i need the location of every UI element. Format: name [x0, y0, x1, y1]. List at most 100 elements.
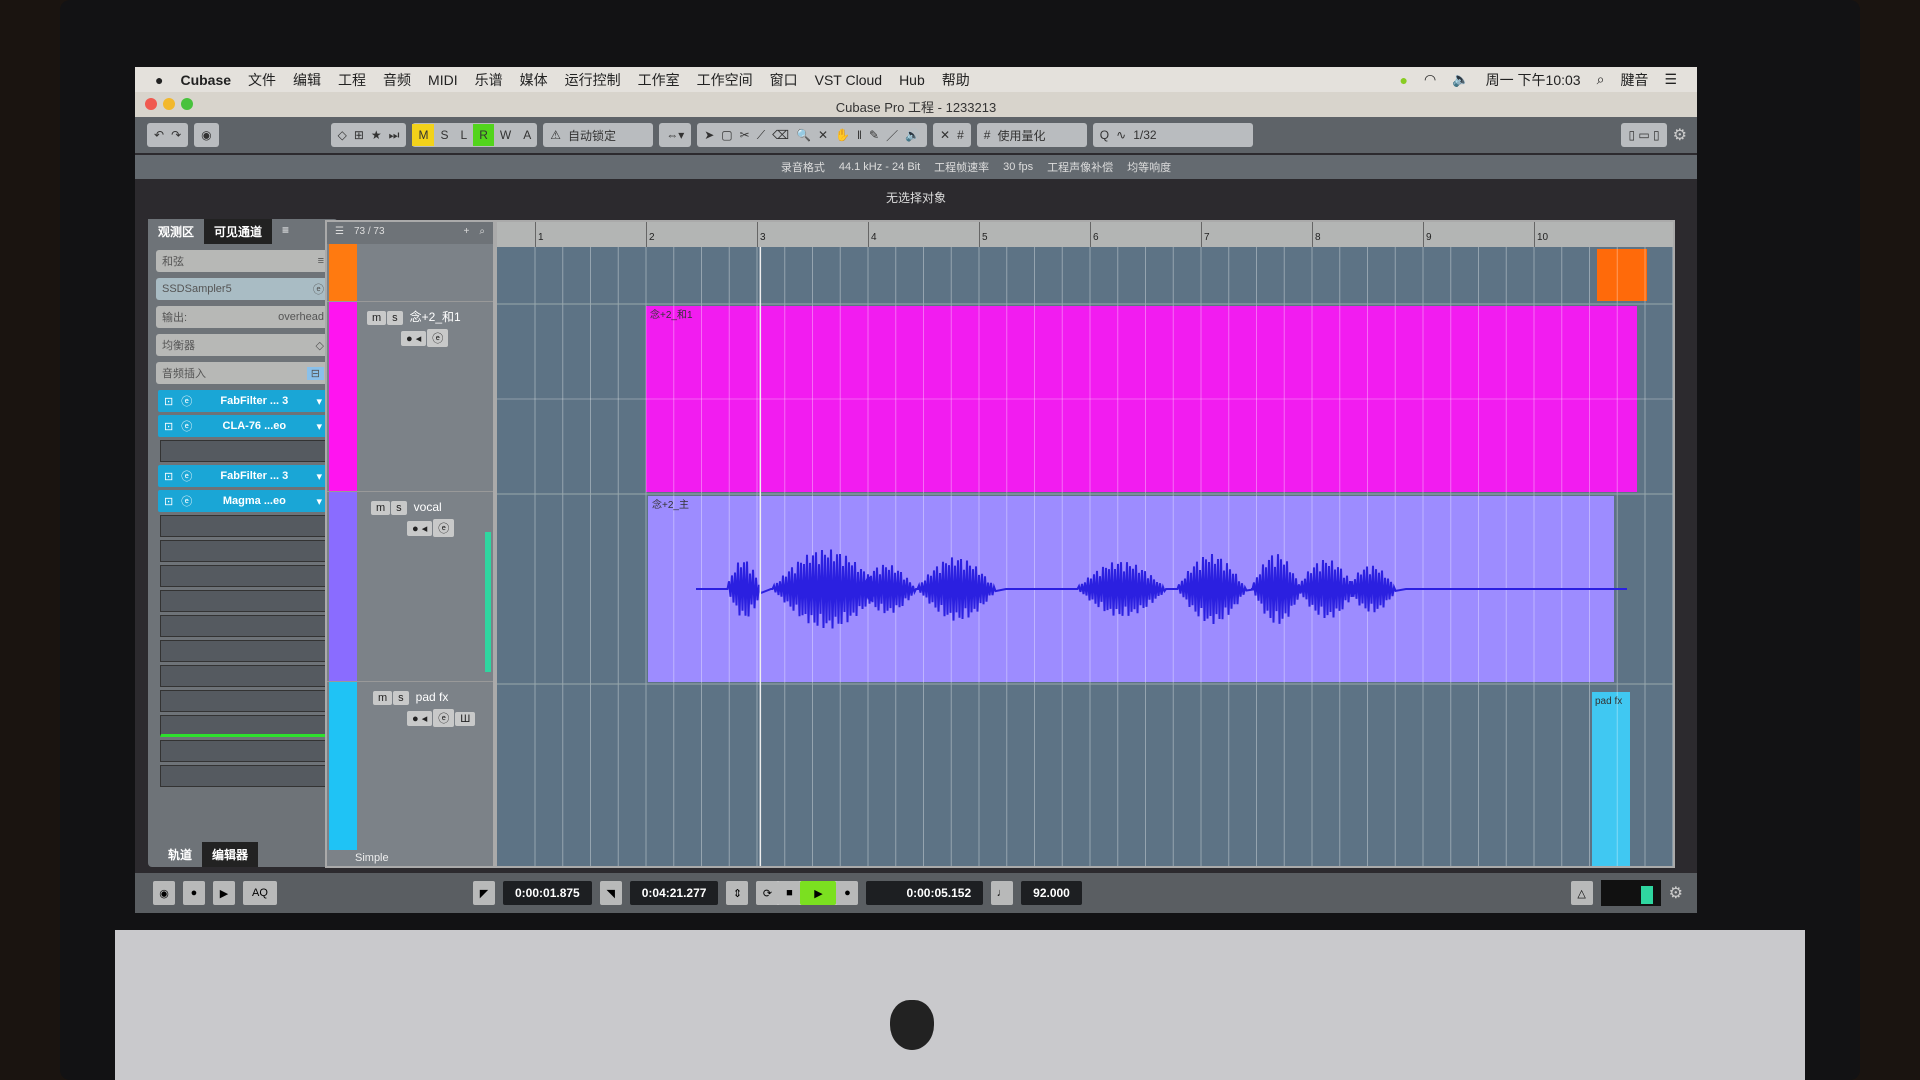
settings-icon[interactable]: ⚙	[1673, 125, 1687, 145]
insert-slot[interactable]: ⊡ ⓔ CLA-76 ...eo ▾	[158, 415, 328, 437]
cycle-button[interactable]: ⟳	[756, 881, 779, 905]
empty-insert-slot[interactable]	[160, 540, 326, 562]
track-name[interactable]: pad fx	[416, 690, 449, 704]
chevron-down-icon[interactable]: ▾	[316, 395, 322, 408]
bypass-icon[interactable]: ⊡	[164, 395, 173, 408]
edit-icon[interactable]: ⓔ	[181, 393, 192, 409]
menu-workspaces[interactable]: 工作空间	[697, 70, 753, 90]
draw-tool-icon[interactable]: ✎	[869, 128, 879, 142]
empty-insert-slot[interactable]	[160, 740, 326, 762]
skip-icon[interactable]: ⏭	[389, 128, 400, 143]
edit-instrument-icon[interactable]: ⓔ	[313, 281, 324, 297]
chevron-down-icon[interactable]: ▾	[316, 495, 322, 508]
record-button[interactable]: ●	[836, 881, 859, 905]
volume-icon[interactable]: 🔈	[1452, 71, 1469, 88]
edit-icon[interactable]: ⓔ	[181, 493, 192, 509]
menu-score[interactable]: 乐谱	[475, 70, 503, 90]
a-button[interactable]: A	[517, 124, 537, 146]
add-track-icon[interactable]: +	[464, 226, 470, 240]
window-layout-buttons[interactable]: ▯ ▭ ▯	[1621, 123, 1667, 147]
empty-insert-slot[interactable]	[160, 765, 326, 787]
mute-button[interactable]: m	[371, 501, 391, 515]
listen-button[interactable]: L	[455, 124, 474, 146]
range-tool-icon[interactable]: ▢	[721, 128, 732, 142]
record-enable-button[interactable]: ● ◂	[407, 521, 433, 536]
snap-icon[interactable]: ✕	[940, 128, 950, 142]
menu-help[interactable]: 帮助	[942, 70, 970, 90]
transport-settings-icon[interactable]: ◉	[153, 881, 175, 905]
insert-slot[interactable]: ⊡ ⓔ FabFilter ... 3 ▾	[158, 465, 328, 487]
timewarp-tool-icon[interactable]: ‖	[857, 128, 862, 142]
tab-inspector[interactable]: 观测区	[148, 219, 205, 244]
chevron-down-icon[interactable]: ▾	[316, 420, 322, 433]
track-row[interactable]: m s vocal ● ◂ ⓔ	[327, 492, 493, 682]
bypass-icon[interactable]: ⊡	[164, 420, 173, 433]
edit-channel-button[interactable]: ⓔ	[433, 519, 455, 537]
solo-button[interactable]: s	[391, 501, 407, 515]
insert-slot[interactable]: ⊡ ⓔ FabFilter ... 3 ▾	[158, 390, 328, 412]
chord-section[interactable]: 和弦 ≡	[156, 250, 330, 272]
metronome-icon[interactable]: △	[1570, 881, 1593, 905]
solo-all-button[interactable]: S	[434, 124, 454, 146]
menu-transport[interactable]: 运行控制	[565, 70, 621, 90]
instrument-button[interactable]: Ш	[455, 712, 476, 726]
hand-tool-icon[interactable]: ✋	[835, 128, 850, 142]
menu-vst-cloud[interactable]: VST Cloud	[815, 72, 882, 88]
track-list-menu-icon[interactable]: ☰	[335, 226, 344, 240]
split-tool-icon[interactable]: ✂	[740, 128, 750, 142]
search-icon[interactable]: ⌕	[479, 226, 485, 240]
read-automation-button[interactable]: R	[473, 124, 494, 146]
apple-menu-icon[interactable]: ●	[155, 72, 163, 88]
speaker-tool-icon[interactable]: 🔊	[905, 128, 920, 142]
chevron-down-icon[interactable]: ▾	[316, 470, 322, 483]
bypass-icon[interactable]: ⊡	[164, 470, 173, 483]
tempo-display[interactable]: 92.000	[1021, 881, 1082, 905]
edit-channel-button[interactable]: ⓔ	[433, 709, 455, 727]
wifi-icon[interactable]: ◠	[1424, 71, 1436, 88]
input-method[interactable]: 腱音	[1620, 70, 1648, 90]
edit-channel-button[interactable]: ⓔ	[427, 329, 449, 347]
quantize-select[interactable]: Q ∿ 1/32	[1092, 123, 1253, 147]
edit-icon[interactable]: ⓔ	[181, 418, 192, 434]
record-enable-button[interactable]: ● ◂	[401, 331, 427, 346]
empty-insert-slot[interactable]	[160, 715, 326, 737]
event-display[interactable]: 念+2_和1 念+2_主pad fx	[497, 247, 1675, 868]
glue-tool-icon[interactable]: ⟋	[757, 128, 765, 143]
tab-visibility[interactable]: 可见通道	[204, 219, 273, 244]
menu-list-icon[interactable]: ☰	[1664, 71, 1677, 88]
edit-icon[interactable]: ⓔ	[181, 468, 192, 484]
menu-midi[interactable]: MIDI	[428, 72, 458, 88]
menu-file[interactable]: 文件	[248, 70, 276, 90]
mute-tool-icon[interactable]: ✕	[818, 128, 828, 142]
empty-insert-slot[interactable]	[160, 515, 326, 537]
right-locator[interactable]: 0:04:21.277	[629, 881, 719, 905]
grid-icon[interactable]: #	[957, 128, 964, 142]
line-tool-icon[interactable]: ／	[886, 127, 898, 144]
eq-section[interactable]: 均衡器 ◇	[156, 334, 330, 356]
nudge-button[interactable]: ⇔▾	[659, 123, 692, 147]
track-row[interactable]: m s 念+2_和1 ● ◂ ⓔ	[327, 302, 493, 492]
insert-slot[interactable]: ⊡ ⓔ Magma ...eo ▾	[158, 490, 328, 512]
punch-icon[interactable]: ⇕	[726, 881, 749, 905]
orange-event[interactable]	[1597, 249, 1647, 301]
empty-insert-slot[interactable]	[160, 665, 326, 687]
position-display[interactable]: 0:00:05.152	[866, 881, 984, 905]
menu-media[interactable]: 媒体	[520, 70, 548, 90]
history-button[interactable]: ◉	[194, 123, 219, 147]
mixer-icon[interactable]: ⊞	[354, 128, 364, 142]
empty-insert-slot[interactable]	[160, 590, 326, 612]
solo-button[interactable]: s	[393, 691, 409, 705]
pad-event[interactable]	[1592, 692, 1630, 868]
zoom-tool-icon[interactable]: 🔍	[796, 128, 811, 142]
star-icon[interactable]: ★	[371, 128, 382, 142]
redo-icon[interactable]: ↷	[171, 128, 181, 142]
status-dot-icon[interactable]: ●	[1400, 72, 1408, 88]
tab-track[interactable]: 轨道	[158, 842, 202, 867]
pan-law[interactable]: 均等响度	[1127, 159, 1171, 175]
empty-insert-slot[interactable]	[160, 615, 326, 637]
erase-tool-icon[interactable]: ⌫	[772, 128, 789, 142]
bypass-icon[interactable]: ⊡	[164, 495, 173, 508]
automation-mode-select[interactable]: ⚠ 自动锁定	[543, 123, 654, 147]
track-row[interactable]	[327, 244, 493, 302]
left-locator[interactable]: 0:00:01.875	[503, 881, 592, 905]
